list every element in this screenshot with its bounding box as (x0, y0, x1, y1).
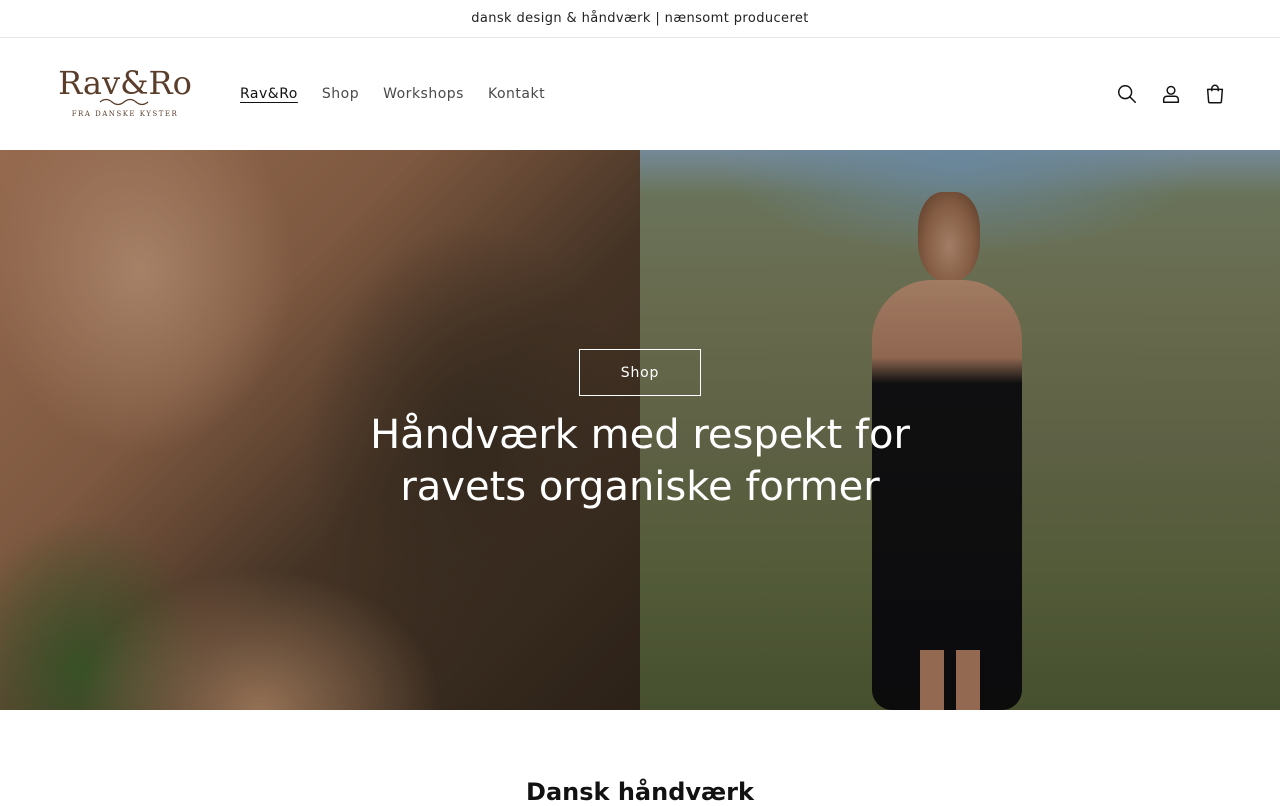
cart-button[interactable] (1200, 79, 1230, 109)
hero-content: Shop Håndværk med respekt for ravets org… (0, 349, 1280, 513)
header-icons (1112, 79, 1230, 109)
nav-item-shop[interactable]: Shop (310, 84, 371, 104)
account-button[interactable] (1156, 79, 1186, 109)
cart-icon (1206, 84, 1224, 104)
hero-heading: Håndværk med respekt for ravets organisk… (370, 412, 910, 510)
nav-item-kontakt[interactable]: Kontakt (476, 84, 557, 104)
account-icon (1162, 85, 1180, 103)
section-title: Dansk håndværk (526, 778, 754, 806)
nav-item-ravro[interactable]: Rav&Ro (240, 84, 310, 104)
logo-wordmark: Rav&Ro (58, 64, 192, 102)
announcement-text: dansk design & håndværk | nænsomt produc… (471, 11, 809, 26)
hero-banner: Shop Håndværk med respekt for ravets org… (0, 150, 1280, 710)
hero-shop-button[interactable]: Shop (579, 349, 701, 396)
nav-item-workshops[interactable]: Workshops (371, 84, 476, 104)
brand-logo[interactable]: Rav&Ro FRA DANSKE KYSTER (50, 64, 200, 124)
search-icon (1118, 85, 1136, 103)
main-nav: Rav&Ro Shop Workshops Kontakt (240, 84, 557, 104)
search-button[interactable] (1112, 79, 1142, 109)
logo-tagline: FRA DANSKE KYSTER (72, 110, 179, 118)
announcement-bar: dansk design & håndværk | nænsomt produc… (0, 0, 1280, 38)
site-header: Rav&Ro FRA DANSKE KYSTER Rav&Ro Shop Wor… (0, 38, 1280, 150)
